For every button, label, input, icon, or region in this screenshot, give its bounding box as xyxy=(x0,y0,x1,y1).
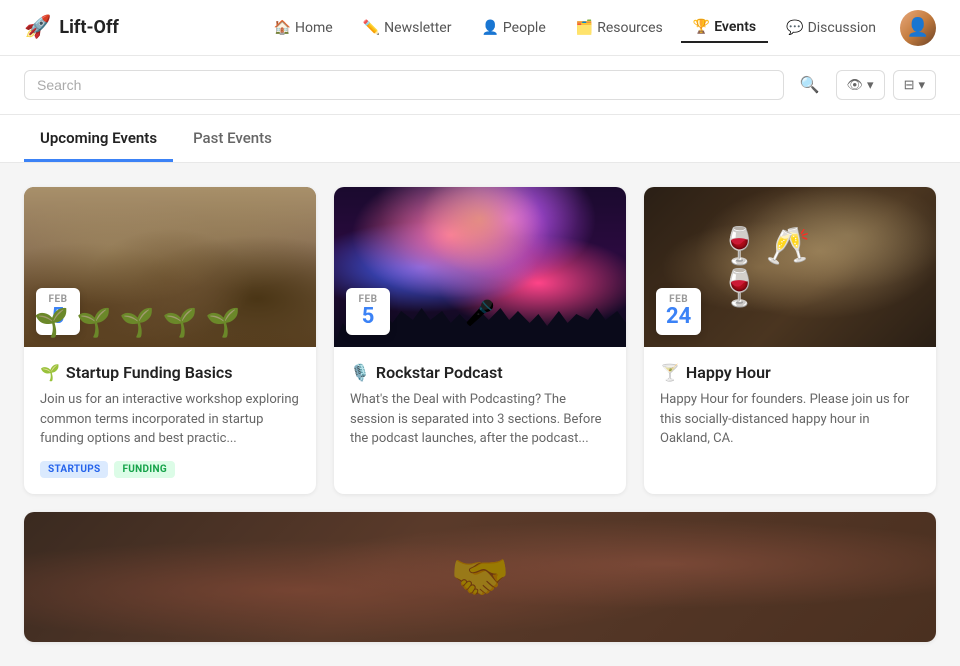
search-icon: 🔍 xyxy=(800,77,820,94)
chevron-down-icon: ▾ xyxy=(867,77,874,93)
events-grid: FEB 5 🌱 Startup Funding Basics Join us f… xyxy=(24,187,936,494)
event-tags-1: STARTUPS FUNDING xyxy=(40,461,300,478)
microphone-icon: 🎙️ xyxy=(350,363,370,382)
resources-icon: 🗂️ xyxy=(576,20,593,36)
event-image-happyhour: FEB 24 xyxy=(644,187,936,347)
chevron-down-icon-2: ▾ xyxy=(918,77,925,93)
search-input[interactable] xyxy=(37,77,771,93)
event-description-3: Happy Hour for founders. Please join us … xyxy=(660,390,920,449)
filter-button[interactable]: ⊟ ▾ xyxy=(893,70,936,100)
date-day-2: 5 xyxy=(356,305,380,329)
events-icon: 🏆 xyxy=(693,19,710,35)
date-badge-2: FEB 5 xyxy=(346,288,390,335)
people-icon: 👤 xyxy=(481,20,498,36)
event-title-text-3: Happy Hour xyxy=(686,363,771,382)
main-content: FEB 5 🌱 Startup Funding Basics Join us f… xyxy=(0,163,960,666)
events-bottom xyxy=(24,512,936,642)
event-image-handshake xyxy=(24,512,936,642)
event-card-wide[interactable] xyxy=(24,512,936,642)
nav-newsletter-label: Newsletter xyxy=(384,20,451,36)
nav-people-label: People xyxy=(503,20,546,36)
header: 🚀 Lift-Off 🏠 Home ✏️ Newsletter 👤 People… xyxy=(0,0,960,56)
date-badge-1: FEB 5 xyxy=(36,288,80,335)
date-badge-3: FEB 24 xyxy=(656,288,701,335)
newsletter-icon: ✏️ xyxy=(363,20,380,36)
main-nav: 🏠 Home ✏️ Newsletter 👤 People 🗂️ Resourc… xyxy=(262,13,888,43)
event-image-concert: FEB 5 xyxy=(334,187,626,347)
tab-past-events[interactable]: Past Events xyxy=(177,115,288,162)
event-title-3: 🍸 Happy Hour xyxy=(660,363,920,382)
home-icon: 🏠 xyxy=(274,20,291,36)
date-day-1: 5 xyxy=(46,305,70,329)
event-description-1: Join us for an interactive workshop expl… xyxy=(40,390,300,449)
event-card-startup-funding[interactable]: FEB 5 🌱 Startup Funding Basics Join us f… xyxy=(24,187,316,494)
tag-funding[interactable]: FUNDING xyxy=(114,461,175,478)
card-body-3: 🍸 Happy Hour Happy Hour for founders. Pl… xyxy=(644,347,936,477)
nav-events-label: Events xyxy=(714,19,756,35)
nav-home[interactable]: 🏠 Home xyxy=(262,14,345,42)
nav-home-label: Home xyxy=(295,20,333,36)
nav-events[interactable]: 🏆 Events xyxy=(681,13,768,43)
nav-discussion-label: Discussion xyxy=(808,20,876,36)
nav-resources-label: Resources xyxy=(597,20,663,36)
card-body-1: 🌱 Startup Funding Basics Join us for an … xyxy=(24,347,316,494)
event-title-text-2: Rockstar Podcast xyxy=(376,363,503,382)
discussion-icon: 💬 xyxy=(786,20,803,36)
event-title-text-1: Startup Funding Basics xyxy=(66,363,233,382)
filter-icon: ⊟ xyxy=(904,77,915,93)
search-button[interactable]: 🔍 xyxy=(792,71,828,99)
search-bar-wrapper: 🔍 👁 ▾ ⊟ ▾ xyxy=(0,56,960,115)
seedling-icon: 🌱 xyxy=(40,363,60,382)
view-button[interactable]: 👁 ▾ xyxy=(836,70,885,100)
search-container xyxy=(24,70,784,100)
tab-upcoming-events[interactable]: Upcoming Events xyxy=(24,115,173,162)
nav-people[interactable]: 👤 People xyxy=(469,14,557,42)
eye-icon: 👁 xyxy=(847,77,864,93)
nav-resources[interactable]: 🗂️ Resources xyxy=(564,14,675,42)
event-card-rockstar-podcast[interactable]: FEB 5 🎙️ Rockstar Podcast What's the Dea… xyxy=(334,187,626,494)
nav-newsletter[interactable]: ✏️ Newsletter xyxy=(351,14,464,42)
card-body-2: 🎙️ Rockstar Podcast What's the Deal with… xyxy=(334,347,626,477)
tabs: Upcoming Events Past Events xyxy=(0,115,960,163)
avatar[interactable]: 👤 xyxy=(900,10,936,46)
event-image-plants: FEB 5 xyxy=(24,187,316,347)
cocktail-icon: 🍸 xyxy=(660,363,680,382)
tag-startups[interactable]: STARTUPS xyxy=(40,461,108,478)
rocket-icon: 🚀 xyxy=(24,15,51,40)
date-day-3: 24 xyxy=(666,305,691,329)
logo-text: Lift-Off xyxy=(59,17,118,38)
logo[interactable]: 🚀 Lift-Off xyxy=(24,15,119,40)
event-title-2: 🎙️ Rockstar Podcast xyxy=(350,363,610,382)
event-title-1: 🌱 Startup Funding Basics xyxy=(40,363,300,382)
event-card-happy-hour[interactable]: FEB 24 🍸 Happy Hour Happy Hour for found… xyxy=(644,187,936,494)
nav-discussion[interactable]: 💬 Discussion xyxy=(774,14,888,42)
event-description-2: What's the Deal with Podcasting? The ses… xyxy=(350,390,610,449)
